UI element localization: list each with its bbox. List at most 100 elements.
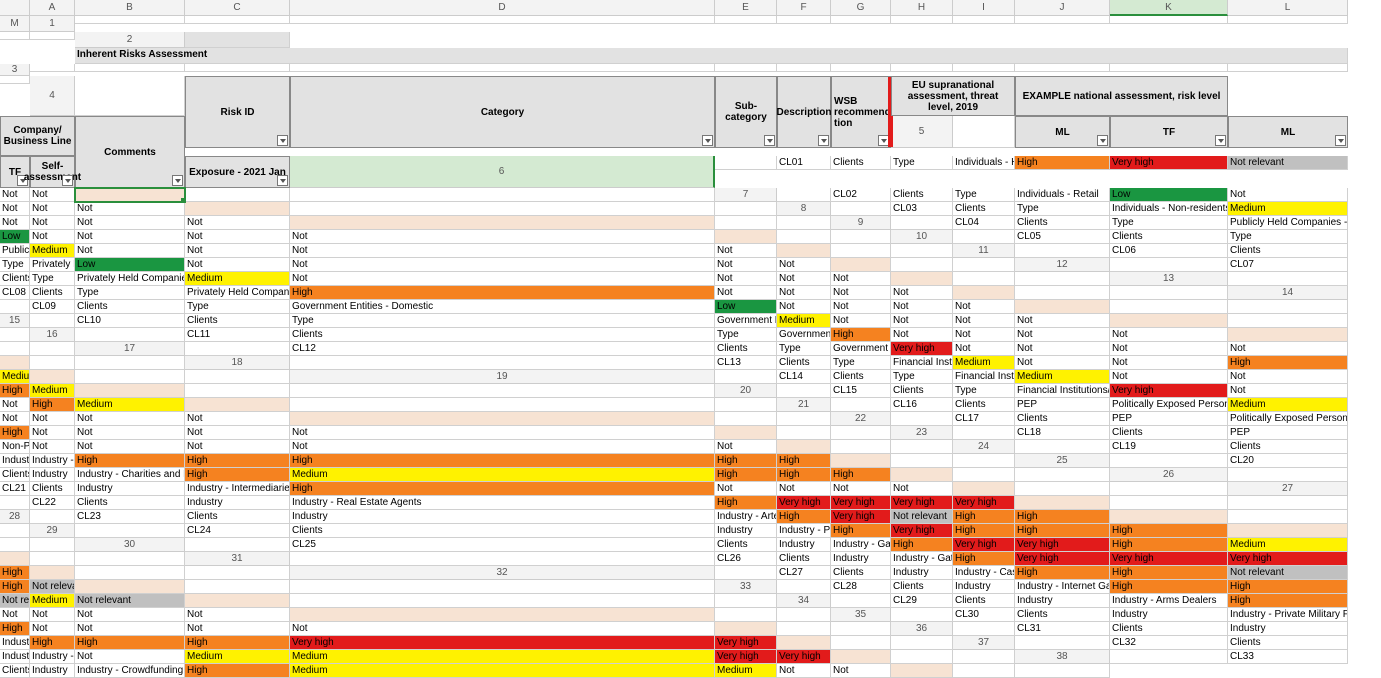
ex-ml[interactable]: Very high (715, 650, 777, 664)
col-header-B[interactable]: B (75, 0, 185, 16)
header-risk-id[interactable]: Risk ID (185, 76, 290, 148)
ex-ml[interactable]: Not (75, 608, 185, 622)
description[interactable]: Industry - Real Estate Agents (290, 496, 715, 510)
self-assessment[interactable] (715, 230, 777, 244)
exposure[interactable] (290, 202, 715, 216)
description[interactable]: Government Entities - Domestic (290, 300, 715, 314)
ex-ml[interactable]: Not (185, 230, 290, 244)
row-header-22[interactable]: 22 (831, 412, 891, 426)
ex-tf[interactable]: Not (1110, 328, 1228, 342)
wsb-cell[interactable]: High (290, 286, 715, 300)
ex-ml[interactable]: Not (290, 440, 715, 454)
wsb-cell[interactable]: Medium (185, 272, 290, 286)
row-header-16[interactable]: 16 (30, 328, 75, 342)
exposure[interactable] (1015, 482, 1110, 496)
ex-tf[interactable]: Not (185, 412, 290, 426)
ex-ml[interactable]: Medium (30, 594, 75, 608)
category[interactable]: Clients (1015, 412, 1110, 426)
self-assessment[interactable] (75, 580, 185, 594)
category[interactable]: Clients (1015, 608, 1110, 622)
wsb-cell[interactable]: High (0, 622, 30, 636)
exposure[interactable] (290, 398, 715, 412)
category[interactable]: Clients (715, 538, 777, 552)
header-subcat[interactable]: Sub-category (715, 76, 777, 148)
ex-tf[interactable]: High (1015, 510, 1110, 524)
comments[interactable] (715, 202, 777, 216)
category[interactable]: Clients (953, 594, 1015, 608)
risk-id[interactable]: CL28 (831, 580, 891, 594)
eu-ml[interactable]: Very high (831, 510, 891, 524)
subcategory[interactable]: Type (715, 328, 777, 342)
comments[interactable] (715, 594, 777, 608)
ex-ml[interactable]: High (30, 398, 75, 412)
row-header-23[interactable]: 23 (891, 426, 953, 440)
description[interactable]: Industry - Gatekeepers (External Account… (831, 538, 891, 552)
category[interactable]: Clients (1228, 636, 1348, 650)
subcategory[interactable]: Industry (1228, 622, 1348, 636)
wsb-cell[interactable]: High (1228, 594, 1348, 608)
eu-ml[interactable]: Very high (777, 496, 831, 510)
risk-id[interactable]: CL18 (1015, 426, 1110, 440)
eu-ml[interactable]: Not (953, 342, 1015, 356)
filter-icon[interactable] (62, 175, 73, 186)
header-exposure[interactable]: Exposure - 2021 Jan (185, 156, 290, 188)
eu-ml[interactable]: Not (30, 230, 75, 244)
subcategory[interactable]: Industry (715, 524, 777, 538)
exposure[interactable] (30, 356, 75, 370)
col-header-L[interactable]: L (1228, 0, 1348, 16)
category[interactable]: Clients (185, 314, 290, 328)
ex-ml[interactable]: High (1228, 356, 1348, 370)
comments[interactable] (831, 230, 891, 244)
ex-ml[interactable]: High (1110, 538, 1228, 552)
eu-tf[interactable]: High (290, 454, 715, 468)
risk-id[interactable]: CL03 (891, 202, 953, 216)
description[interactable]: Industry - Precious Metals & Stones Deal… (777, 524, 831, 538)
risk-id[interactable]: CL11 (185, 328, 290, 342)
wsb-cell[interactable]: Low (1110, 188, 1228, 202)
eu-tf[interactable]: Medium (715, 664, 777, 678)
eu-tf[interactable]: Not (30, 608, 75, 622)
self-assessment[interactable] (715, 426, 777, 440)
category[interactable]: Clients (891, 580, 953, 594)
exposure[interactable] (1015, 286, 1110, 300)
eu-ml[interactable]: High (1110, 566, 1228, 580)
row-header-33[interactable]: 33 (715, 580, 777, 594)
wsb-cell[interactable]: High (891, 538, 953, 552)
ex-tf[interactable]: Medium (0, 370, 30, 384)
ex-ml[interactable]: Not (290, 244, 715, 258)
col-header-C[interactable]: C (185, 0, 290, 16)
comments[interactable] (30, 342, 75, 356)
category[interactable]: Clients (831, 370, 891, 384)
eu-ml[interactable]: Very high (1110, 156, 1228, 170)
subcategory[interactable]: Type (831, 356, 891, 370)
eu-ml[interactable]: Not (1110, 370, 1228, 384)
ex-tf[interactable]: Not (831, 272, 891, 286)
subcategory[interactable]: Type (891, 156, 953, 170)
description[interactable]: Privately Held Companies - Operating Com… (30, 258, 75, 272)
risk-id[interactable]: CL25 (290, 538, 715, 552)
col-header-A[interactable]: A (30, 0, 75, 16)
eu-ml[interactable]: Not (1228, 384, 1348, 398)
wsb-cell[interactable]: Very high (1110, 384, 1228, 398)
ex-tf[interactable]: Not (777, 258, 831, 272)
comments[interactable] (831, 426, 891, 440)
eu-tf[interactable]: Not relevant (891, 510, 953, 524)
subcategory[interactable]: Industry (1110, 608, 1228, 622)
description[interactable]: Industry - Private Military Firms (1228, 608, 1348, 622)
filter-icon[interactable] (1335, 135, 1346, 146)
ex-tf[interactable]: Very high (777, 650, 831, 664)
exposure[interactable] (75, 370, 185, 384)
self-assessment[interactable] (75, 384, 185, 398)
description[interactable]: Industry - Cash Intensive Business (30, 650, 75, 664)
ex-ml[interactable]: Very high (290, 636, 715, 650)
col-header-D[interactable]: D (290, 0, 715, 16)
row-header-17[interactable]: 17 (75, 342, 185, 356)
category[interactable]: Clients (1110, 230, 1228, 244)
ex-tf[interactable]: Not (290, 622, 715, 636)
eu-tf[interactable]: Not (290, 258, 715, 272)
self-assessment[interactable] (953, 286, 1015, 300)
subcategory[interactable]: Industry (777, 538, 831, 552)
row-header-20[interactable]: 20 (715, 384, 777, 398)
description[interactable]: Politically Exposed Person / PEP control… (1228, 412, 1348, 426)
header-self[interactable]: Self-assessment (30, 156, 75, 188)
